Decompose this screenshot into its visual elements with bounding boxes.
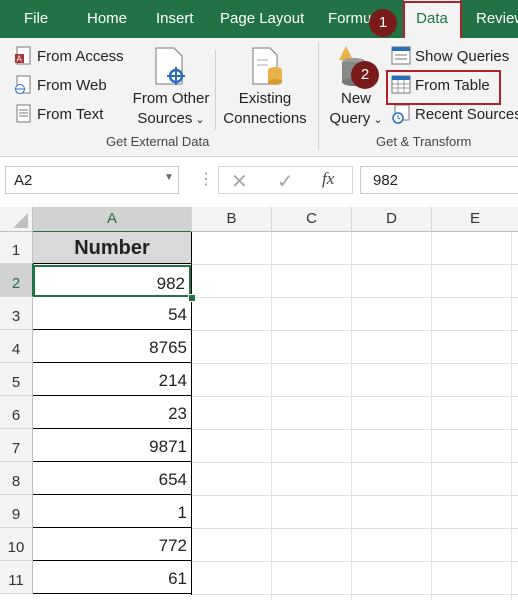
- gridline: [192, 528, 518, 529]
- column-header-a[interactable]: A: [33, 207, 192, 233]
- gridline: [351, 232, 352, 600]
- row-header-8[interactable]: 8: [0, 462, 33, 495]
- chevron-down-icon: ⌄: [373, 114, 383, 126]
- table-cell[interactable]: 8765: [33, 331, 191, 363]
- gridline: [192, 495, 518, 496]
- step-2-badge: 2: [351, 61, 379, 89]
- table-cell[interactable]: 214: [33, 364, 191, 396]
- row-header-3[interactable]: 3: [0, 297, 33, 330]
- recent-sources-button[interactable]: Recent Sources: [415, 106, 518, 123]
- existing-connections-label-2: Connections: [223, 110, 307, 127]
- gridline: [431, 232, 432, 600]
- table-cell[interactable]: 9871: [33, 430, 191, 462]
- table-cell[interactable]: 1: [33, 496, 191, 528]
- gridline: [192, 396, 518, 397]
- existing-connections-button[interactable]: Existing Connections: [220, 90, 310, 127]
- header-cell-number[interactable]: Number: [33, 232, 191, 264]
- column-header-c[interactable]: C: [272, 207, 352, 232]
- from-other-sources-button[interactable]: From Other Sources ⌄: [131, 90, 211, 127]
- gridline: [192, 429, 518, 430]
- formula-actions: ✕ ✓ fx: [218, 166, 353, 194]
- access-icon: A: [14, 46, 32, 71]
- tab-insert[interactable]: Insert: [156, 0, 194, 38]
- from-text-button[interactable]: From Text: [37, 106, 103, 123]
- row-header-6[interactable]: 6: [0, 396, 33, 429]
- row-header-1[interactable]: 1: [0, 232, 33, 264]
- gridline: [192, 363, 518, 364]
- table-cell[interactable]: 654: [33, 463, 191, 495]
- data-tab-highlight: [403, 1, 462, 43]
- formula-input[interactable]: 982: [360, 166, 518, 194]
- show-queries-icon: [391, 46, 411, 71]
- gridline: [192, 561, 518, 562]
- from-other-sources-label-2: Sources: [137, 110, 193, 127]
- new-query-button[interactable]: New Query ⌄: [326, 90, 386, 127]
- table-cell[interactable]: 772: [33, 529, 191, 561]
- row-header-4[interactable]: 4: [0, 330, 33, 363]
- new-query-label-1: New: [340, 90, 371, 107]
- name-box-dropdown-icon[interactable]: ▼: [164, 172, 174, 183]
- existing-connections-label-1: Existing: [238, 90, 292, 107]
- text-file-icon: [14, 104, 32, 129]
- gridline: [192, 297, 518, 298]
- table-cell[interactable]: 61: [33, 562, 191, 594]
- gridline: [271, 232, 272, 600]
- tab-review[interactable]: Review: [476, 0, 518, 38]
- gridline: [192, 330, 518, 331]
- enter-checkmark-icon[interactable]: ✓: [277, 169, 294, 194]
- select-all-corner[interactable]: [0, 207, 33, 232]
- svg-text:A: A: [17, 55, 23, 64]
- name-box[interactable]: A2 ▼: [5, 166, 179, 194]
- row-header-10[interactable]: 10: [0, 528, 33, 561]
- other-sources-icon: [152, 46, 188, 93]
- table-cell[interactable]: 23: [33, 397, 191, 429]
- gridline: [192, 264, 518, 265]
- gridline: [511, 232, 512, 600]
- existing-connections-icon: [250, 46, 284, 93]
- get-transform-group-label: Get & Transform: [376, 134, 472, 149]
- from-access-button[interactable]: From Access: [37, 48, 124, 65]
- column-header-b[interactable]: B: [192, 207, 272, 232]
- column-header-e[interactable]: E: [432, 207, 518, 232]
- insert-function-icon[interactable]: fx: [322, 169, 334, 189]
- cell-a2-selected[interactable]: 982: [33, 265, 191, 297]
- row-header-9[interactable]: 9: [0, 495, 33, 528]
- gridline: [192, 594, 518, 595]
- chevron-down-icon: ⌄: [195, 114, 205, 126]
- formula-bar: A2 ▼ ⋮ ✕ ✓ fx 982: [0, 157, 518, 204]
- new-query-label-2: Query: [329, 110, 371, 127]
- show-queries-button[interactable]: Show Queries: [415, 48, 509, 65]
- name-box-value: A2: [14, 172, 33, 189]
- step-1-badge: 1: [369, 9, 397, 37]
- formula-input-value: 982: [373, 172, 399, 189]
- tab-formulas[interactable]: Formulas: [328, 0, 372, 38]
- from-web-button[interactable]: From Web: [37, 77, 107, 94]
- recent-sources-icon: [391, 104, 411, 129]
- from-table-highlight: [386, 70, 501, 105]
- more-options-icon[interactable]: ⋮: [198, 169, 214, 189]
- tab-home[interactable]: Home: [87, 0, 127, 38]
- cancel-icon[interactable]: ✕: [231, 169, 248, 194]
- from-other-sources-label-1: From Other: [132, 90, 210, 107]
- tab-page-layout[interactable]: Page Layout: [220, 0, 304, 38]
- get-external-data-group-label: Get External Data: [106, 134, 210, 149]
- group-divider: [318, 42, 319, 150]
- web-icon: [14, 75, 32, 100]
- row-header-7[interactable]: 7: [0, 429, 33, 462]
- row-header-5[interactable]: 5: [0, 363, 33, 396]
- table-cell[interactable]: 54: [33, 298, 191, 330]
- gridline: [192, 462, 518, 463]
- row-header-11[interactable]: 11: [0, 561, 33, 594]
- ribbon-divider: [215, 50, 216, 130]
- tab-file[interactable]: File: [24, 0, 48, 38]
- column-header-d[interactable]: D: [352, 207, 432, 232]
- row-header-2[interactable]: 2: [0, 264, 34, 297]
